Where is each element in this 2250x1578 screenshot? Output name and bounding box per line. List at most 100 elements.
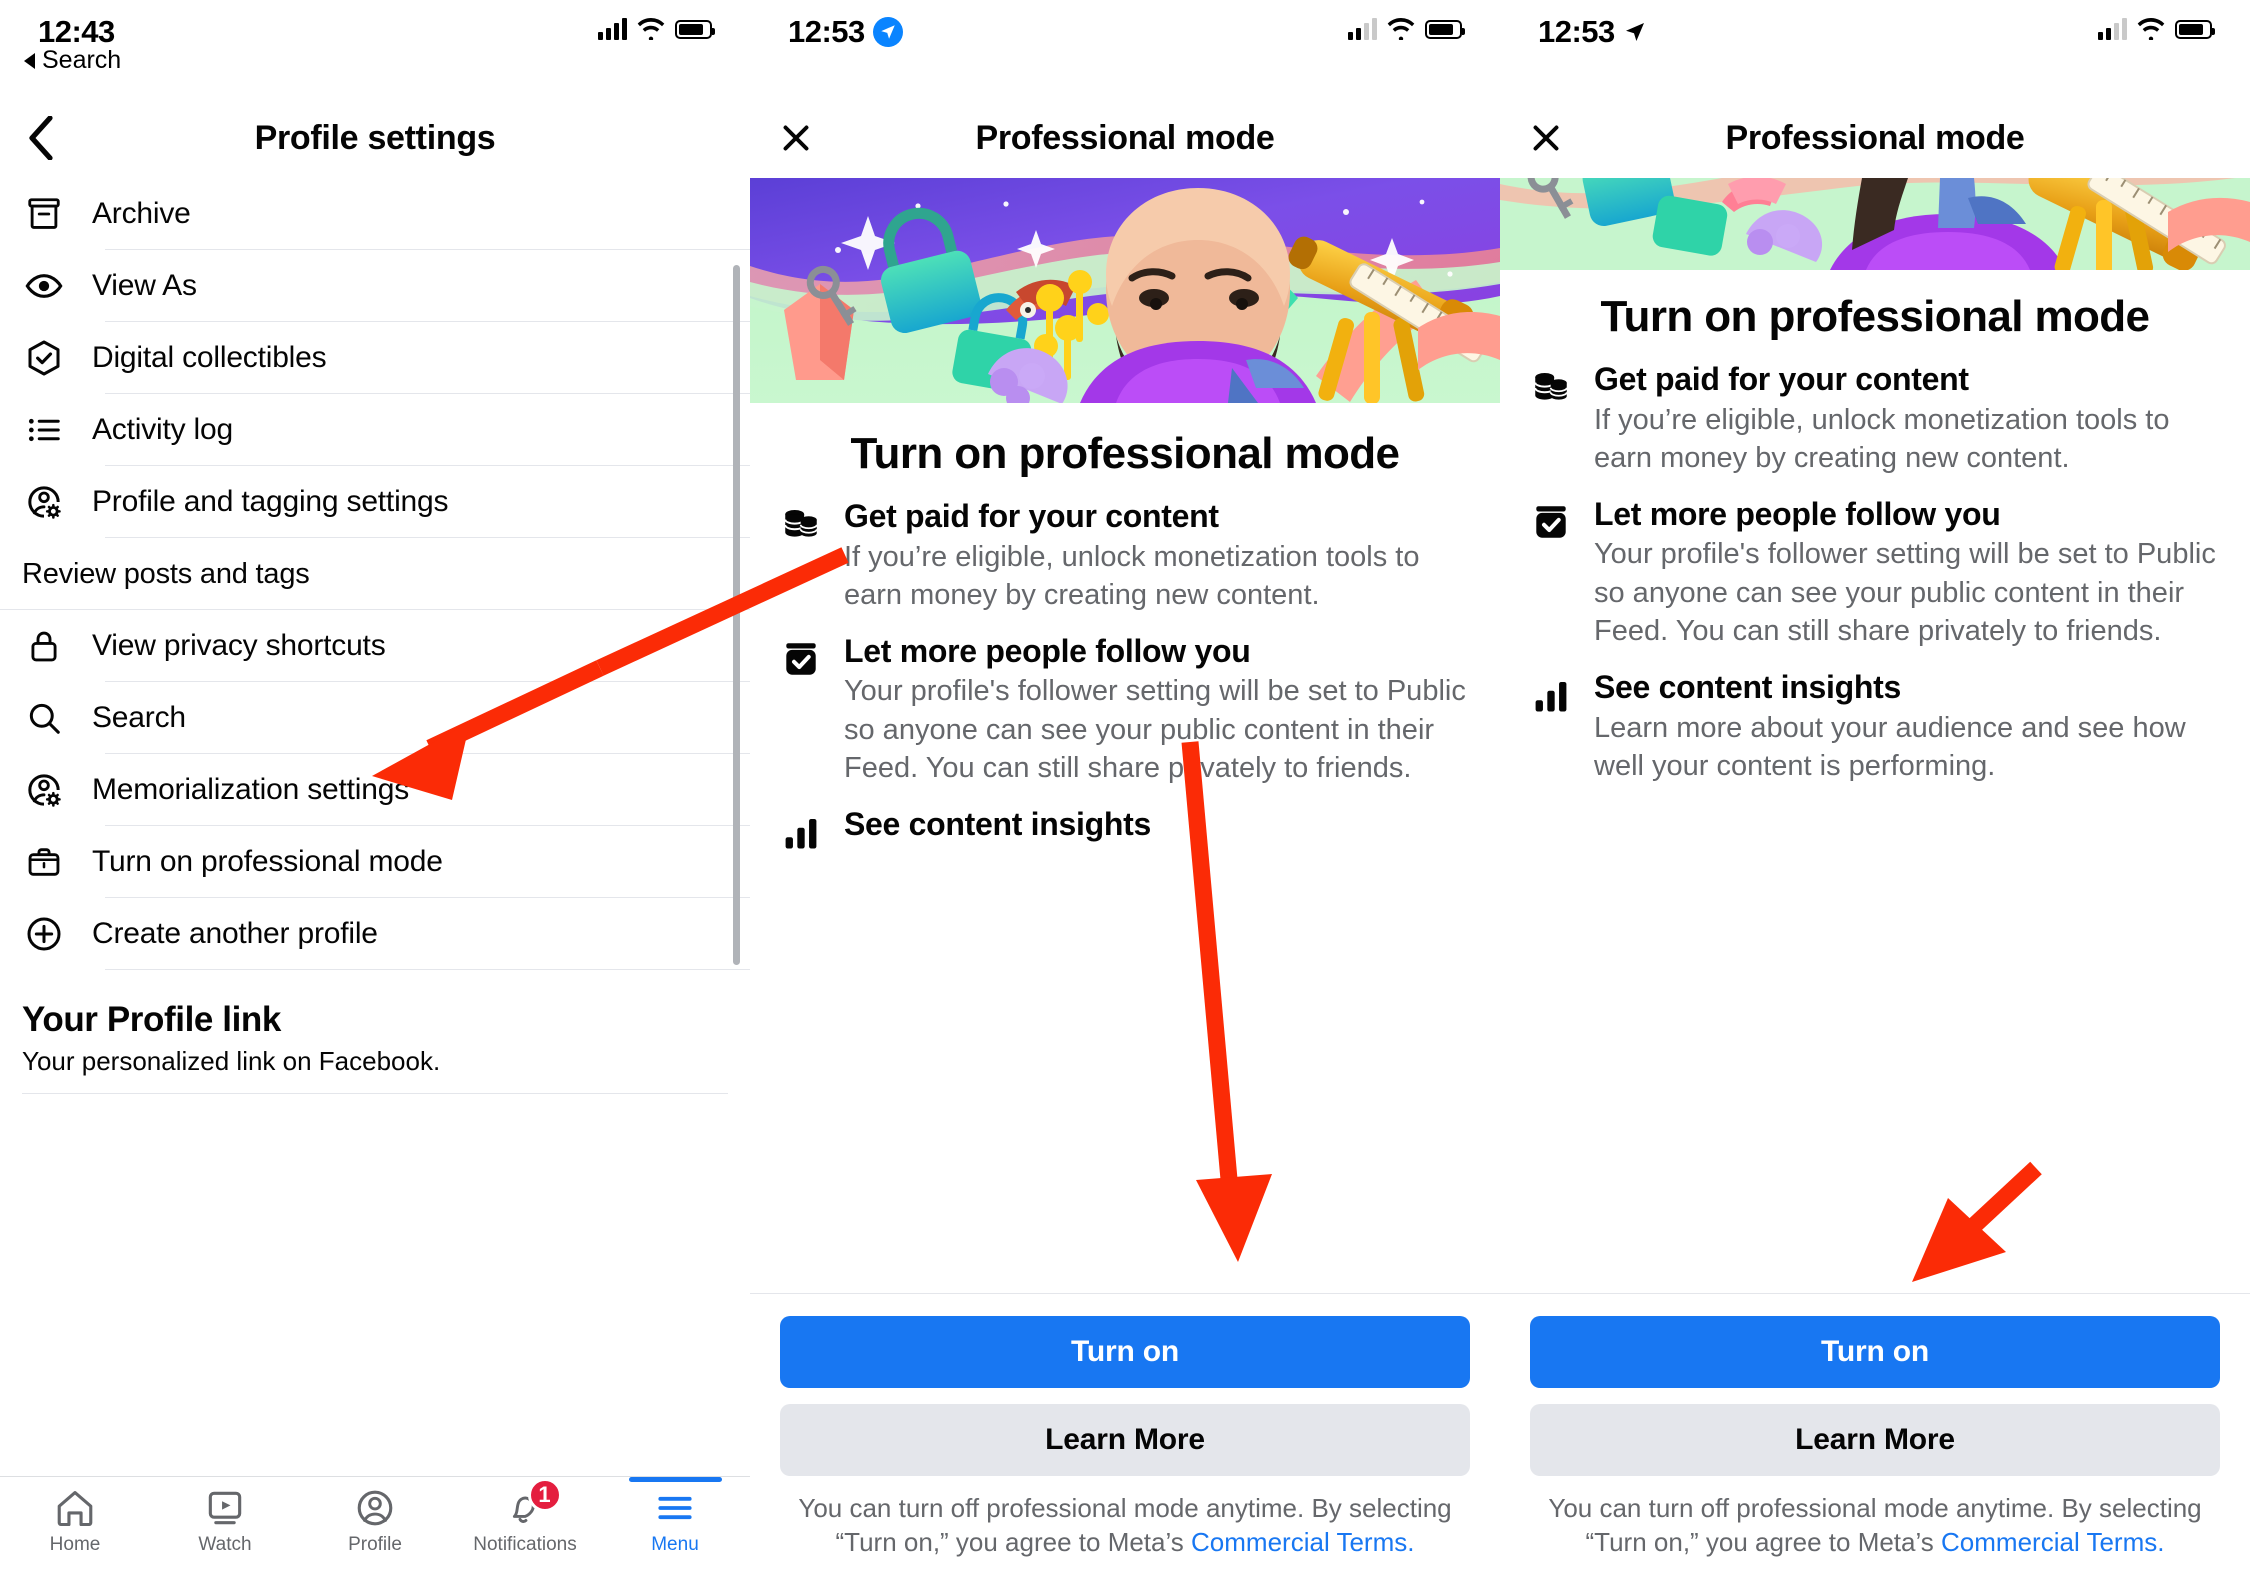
- back-to-search-link[interactable]: Search: [24, 46, 121, 75]
- profile-link-section: Your Profile link Your personalized link…: [0, 970, 750, 1100]
- cta-disclaimer: You can turn off professional mode anyti…: [780, 1492, 1470, 1560]
- nav-bar-right: Professional mode: [1500, 98, 2250, 178]
- bottom-tab-bar: Home Watch Profile Notifications 1 Menu: [0, 1476, 750, 1578]
- cellular-signal-icon: [2098, 18, 2127, 40]
- feature-see-content-insights: See content insights Learn more about yo…: [1530, 668, 2220, 785]
- sidebar-item-activity-log[interactable]: Activity log: [0, 394, 750, 466]
- wifi-icon: [1387, 18, 1415, 40]
- status-time: 12:43: [38, 14, 115, 49]
- nav-bar-left: Profile settings: [0, 98, 750, 178]
- feature-description: Your profile's follower setting will be …: [1594, 538, 2216, 647]
- feature-title: See content insights: [844, 806, 1151, 843]
- three-panel-screenshot: 12:43 Search Profile settings Archive Vi…: [0, 0, 2250, 1578]
- scrollbar-thumb[interactable]: [733, 265, 740, 965]
- panel-profile-settings: 12:43 Search Profile settings Archive Vi…: [0, 0, 750, 1578]
- sidebar-item-label: Memorialization settings: [92, 773, 409, 806]
- page-title: Professional mode: [1725, 118, 2025, 157]
- status-left-group: 12:53: [1538, 14, 1647, 50]
- sidebar-item-label: Turn on professional mode: [92, 845, 443, 878]
- section-heading: Turn on professional mode: [850, 429, 1400, 478]
- feature-description: If you’re eligible, unlock monetization …: [844, 540, 1420, 611]
- feature-let-more-people-follow-you: Let more people follow you Your profile'…: [780, 632, 1470, 787]
- professional-mode-content: Turn on professional mode Get paid for y…: [750, 429, 1500, 858]
- feature-description: Learn more about your audience and see h…: [1594, 711, 2186, 782]
- cellular-signal-icon: [598, 18, 627, 40]
- page-title: Profile settings: [254, 118, 496, 157]
- notification-badge: 1: [527, 1478, 562, 1512]
- home-icon: [57, 1491, 93, 1527]
- row-divider: [105, 969, 750, 970]
- location-arrow-icon: [1623, 20, 1647, 44]
- status-right-group: [1348, 14, 1465, 40]
- sidebar-item-label: View As: [92, 269, 197, 302]
- search-icon: [22, 696, 66, 740]
- sidebar-item-label: Review posts and tags: [22, 557, 310, 590]
- section-divider: [22, 1093, 728, 1094]
- sidebar-item-view-as[interactable]: View As: [0, 250, 750, 322]
- learn-more-button[interactable]: Learn More: [1530, 1404, 2220, 1477]
- back-button[interactable]: [28, 116, 54, 160]
- sidebar-item-archive[interactable]: Archive: [0, 178, 750, 250]
- battery-icon: [1425, 19, 1465, 39]
- feature-let-more-people-follow-you: Let more people follow you Your profile'…: [1530, 495, 2220, 650]
- battery-icon: [675, 19, 715, 39]
- turn-on-button[interactable]: Turn on: [1530, 1316, 2220, 1389]
- status-bar-left: 12:43 Search: [0, 0, 750, 75]
- tab-label: Profile: [348, 1534, 402, 1555]
- tab-watch[interactable]: Watch: [173, 1486, 278, 1556]
- tab-label: Home: [49, 1534, 101, 1555]
- eye-icon: [22, 264, 66, 308]
- professional-mode-hero-image: [750, 178, 1500, 403]
- bar-chart-icon: [1530, 668, 1576, 785]
- profile-link-subtitle: Your personalized link on Facebook.: [22, 1046, 441, 1076]
- tab-profile[interactable]: Profile: [323, 1486, 428, 1556]
- profile-gear-icon: [22, 480, 66, 524]
- sidebar-item-view-privacy-shortcuts[interactable]: View privacy shortcuts: [0, 610, 750, 682]
- checkbox-filled-icon: [1530, 495, 1576, 650]
- sidebar-item-label: View privacy shortcuts: [92, 629, 386, 662]
- tab-menu[interactable]: Menu: [623, 1477, 728, 1556]
- sidebar-item-memorialization-settings[interactable]: Memorialization settings: [0, 754, 750, 826]
- profile-icon: [357, 1490, 393, 1526]
- sidebar-item-digital-collectibles[interactable]: Digital collectibles: [0, 322, 750, 394]
- hamburger-icon: [658, 1496, 692, 1520]
- feature-title: See content insights: [1594, 669, 1901, 706]
- cta-footer-middle: Turn on Learn More You can turn off prof…: [750, 1293, 1500, 1578]
- close-button[interactable]: [778, 120, 814, 156]
- status-right-group: [2098, 14, 2215, 40]
- professional-mode-hero-image-cropped: [1500, 178, 2250, 270]
- learn-more-button[interactable]: Learn More: [780, 1404, 1470, 1477]
- turn-on-button[interactable]: Turn on: [780, 1316, 1470, 1389]
- status-bar-right: 12:53: [1500, 0, 2250, 72]
- tab-home[interactable]: Home: [23, 1486, 128, 1556]
- commercial-terms-link[interactable]: Commercial Terms.: [1941, 1527, 2164, 1557]
- sidebar-item-profile-and-tagging-settings[interactable]: Profile and tagging settings: [0, 466, 750, 538]
- sidebar-item-turn-on-professional-mode[interactable]: Turn on professional mode: [0, 826, 750, 898]
- sidebar-item-review-posts-and-tags[interactable]: Review posts and tags: [0, 538, 750, 610]
- close-button[interactable]: [1528, 120, 1564, 156]
- coins-icon: [780, 497, 826, 614]
- commercial-terms-link[interactable]: Commercial Terms.: [1191, 1527, 1414, 1557]
- settings-list: Archive View As Digital collectibles Act…: [0, 178, 750, 1100]
- tab-label: Notifications: [473, 1534, 577, 1555]
- sidebar-item-label: Activity log: [92, 413, 233, 446]
- location-arrow-badge-icon: [872, 17, 903, 47]
- feature-title: Get paid for your content: [844, 498, 1219, 535]
- feature-get-paid: Get paid for your content If you’re elig…: [1530, 360, 2220, 477]
- cta-disclaimer: You can turn off professional mode anyti…: [1530, 1492, 2220, 1560]
- sidebar-item-label: Search: [92, 701, 186, 734]
- status-left-group: 12:43: [38, 14, 115, 50]
- sidebar-item-label: Digital collectibles: [92, 341, 327, 374]
- tab-notifications[interactable]: Notifications 1: [473, 1478, 578, 1556]
- shield-check-icon: [22, 336, 66, 380]
- briefcase-icon: [22, 840, 66, 884]
- list-icon: [22, 408, 66, 452]
- cta-footer-right: Turn on Learn More You can turn off prof…: [1500, 1293, 2250, 1578]
- sidebar-item-create-another-profile[interactable]: Create another profile: [0, 898, 750, 970]
- feature-description: If you’re eligible, unlock monetization …: [1594, 403, 2170, 474]
- hero-illustration: [750, 178, 1500, 403]
- lock-icon: [22, 624, 66, 668]
- tab-label: Menu: [651, 1534, 699, 1555]
- sidebar-item-search[interactable]: Search: [0, 682, 750, 754]
- bar-chart-icon: [780, 805, 826, 858]
